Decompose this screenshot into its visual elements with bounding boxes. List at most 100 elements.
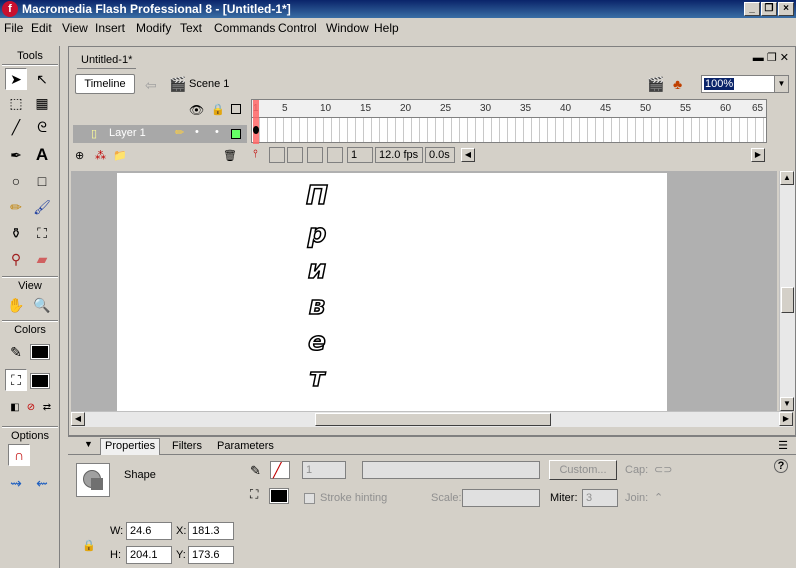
close-button[interactable]: ×: [778, 2, 794, 16]
pencil-tool-icon[interactable]: ✏: [5, 196, 27, 218]
tab-parameters[interactable]: Parameters: [217, 440, 274, 452]
miter-field[interactable]: 3: [582, 489, 618, 507]
horizontal-scroll-thumb[interactable]: [315, 413, 551, 426]
menu-view[interactable]: View: [62, 21, 88, 35]
modify-onion-markers-icon[interactable]: [327, 147, 343, 163]
zoom-select[interactable]: 100% ▼: [701, 75, 789, 93]
y-field[interactable]: 173.6: [188, 546, 234, 564]
frame-ruler[interactable]: 1 5 10 15 20 25 30 35 40 45 50 55 60 65: [252, 100, 766, 118]
add-motion-guide-icon[interactable]: ⁂: [95, 149, 106, 162]
text-tool-icon[interactable]: A: [31, 144, 53, 166]
selection-tool-icon[interactable]: ➤: [5, 68, 27, 90]
stage-letter[interactable]: т: [297, 362, 337, 394]
menu-control[interactable]: Control: [278, 21, 317, 35]
onion-skin-icon[interactable]: [269, 147, 285, 163]
snap-to-objects-icon[interactable]: ∩: [8, 444, 30, 466]
flash-app-icon[interactable]: f: [2, 1, 18, 17]
cap-icon[interactable]: ⊂⊃: [654, 463, 672, 476]
timeline-scroll-left-icon[interactable]: ◀: [461, 148, 475, 162]
scroll-down-icon[interactable]: ▼: [780, 397, 794, 411]
join-icon[interactable]: ⌃: [654, 491, 663, 504]
stage-letter[interactable]: и: [297, 254, 337, 286]
oval-tool-icon[interactable]: ○: [5, 170, 27, 192]
scroll-right-icon[interactable]: ▶: [779, 412, 793, 426]
stage-letter[interactable]: П: [297, 180, 337, 212]
layer-outline-color-icon[interactable]: [231, 129, 241, 139]
panel-options-icon[interactable]: ☰: [778, 439, 788, 452]
scroll-up-icon[interactable]: ▲: [780, 171, 794, 185]
edit-multiple-frames-icon[interactable]: [307, 147, 323, 163]
stage[interactable]: П р и в е т: [117, 173, 667, 411]
zoom-tool-icon[interactable]: 🔍: [31, 294, 53, 316]
subselection-tool-icon[interactable]: ↖: [31, 68, 53, 90]
collapse-arrow-icon[interactable]: ▼: [84, 439, 93, 449]
height-field[interactable]: 204.1: [126, 546, 172, 564]
eraser-tool-icon[interactable]: ▰: [31, 248, 53, 270]
edit-scene-icon[interactable]: 🎬: [647, 76, 664, 93]
x-field[interactable]: 181.3: [188, 522, 234, 540]
smooth-icon[interactable]: ⇝: [5, 472, 27, 494]
stroke-size-field[interactable]: 1: [302, 461, 346, 479]
outline-icon[interactable]: [231, 104, 241, 114]
doc-close-icon[interactable]: ✕: [780, 52, 789, 64]
layer-visible-dot-icon[interactable]: •: [195, 126, 199, 138]
eyedropper-tool-icon[interactable]: ⚲: [5, 248, 27, 270]
pen-tool-icon[interactable]: ✒: [5, 144, 27, 166]
layer-name[interactable]: Layer 1: [109, 127, 146, 139]
menu-edit[interactable]: Edit: [31, 21, 52, 35]
add-folder-icon[interactable]: 📁: [113, 149, 127, 162]
edit-symbols-icon[interactable]: ♣: [673, 76, 682, 92]
custom-stroke-button[interactable]: Custom...: [549, 460, 617, 480]
stage-letter[interactable]: в: [297, 290, 337, 322]
add-layer-icon[interactable]: ⊕: [75, 149, 84, 162]
menu-modify[interactable]: Modify: [136, 21, 171, 35]
stage-letter[interactable]: е: [297, 326, 337, 358]
frame-rate[interactable]: 12.0 fps: [375, 147, 423, 163]
swap-colors-icon[interactable]: ⇄: [36, 396, 58, 418]
stroke-style-select[interactable]: [362, 461, 540, 479]
fill-transform-tool-icon[interactable]: ▦: [31, 92, 53, 114]
stroke-hinting-checkbox[interactable]: [304, 493, 315, 504]
hand-tool-icon[interactable]: ✋: [5, 294, 27, 316]
center-frame-icon[interactable]: ⫯: [253, 148, 258, 161]
help-icon[interactable]: ?: [774, 459, 788, 473]
menu-text[interactable]: Text: [180, 21, 202, 35]
fill-color-swatch[interactable]: [30, 373, 50, 389]
layer-lock-dot-icon[interactable]: •: [215, 126, 219, 138]
timeline-frames[interactable]: 1 5 10 15 20 25 30 35 40 45 50 55 60 65: [251, 99, 767, 144]
line-tool-icon[interactable]: ╱: [5, 116, 27, 138]
rectangle-tool-icon[interactable]: □: [31, 170, 53, 192]
delete-layer-icon[interactable]: 🗑: [223, 149, 237, 162]
timeline-scroll-right-icon[interactable]: ▶: [751, 148, 765, 162]
menu-file[interactable]: File: [4, 21, 23, 35]
lock-icon[interactable]: 🔒: [211, 103, 225, 116]
onion-outline-icon[interactable]: [287, 147, 303, 163]
work-area[interactable]: П р и в е т: [71, 171, 777, 411]
lock-ratio-icon[interactable]: 🔒: [82, 539, 96, 552]
brush-tool-icon[interactable]: 🖌: [31, 196, 53, 218]
free-transform-tool-icon[interactable]: ⬚: [5, 92, 27, 114]
tab-filters[interactable]: Filters: [172, 440, 202, 452]
scale-select[interactable]: [462, 489, 540, 507]
menu-window[interactable]: Window: [326, 21, 369, 35]
playhead[interactable]: [253, 100, 259, 144]
lasso-tool-icon[interactable]: ᘓ: [31, 116, 53, 138]
stroke-color-button[interactable]: ╱: [270, 461, 290, 479]
back-arrow-icon[interactable]: ⇦: [145, 77, 157, 94]
keyframe-dot[interactable]: [253, 126, 259, 134]
ink-bottle-tool-icon[interactable]: ⚱: [5, 222, 27, 244]
zoom-dropdown-arrow-icon[interactable]: ▼: [774, 76, 788, 92]
scroll-left-icon[interactable]: ◀: [71, 412, 85, 426]
stage-vertical-scrollbar[interactable]: ▲ ▼: [779, 171, 795, 411]
stage-horizontal-scrollbar[interactable]: ◀ ▶: [71, 411, 793, 427]
doc-restore-icon[interactable]: ❐: [767, 52, 777, 64]
stroke-color-swatch[interactable]: [30, 344, 50, 360]
timeline-button[interactable]: Timeline: [75, 74, 135, 94]
stage-letter[interactable]: р: [297, 218, 337, 250]
fill-color-button[interactable]: [269, 488, 289, 504]
menu-commands[interactable]: Commands: [214, 21, 275, 35]
doc-minimize-icon[interactable]: ▬: [753, 52, 764, 64]
document-tab[interactable]: Untitled-1*: [77, 52, 137, 69]
layer-row[interactable]: ▯ Layer 1 ✏ • •: [73, 125, 247, 143]
restore-button[interactable]: ❐: [761, 2, 777, 16]
